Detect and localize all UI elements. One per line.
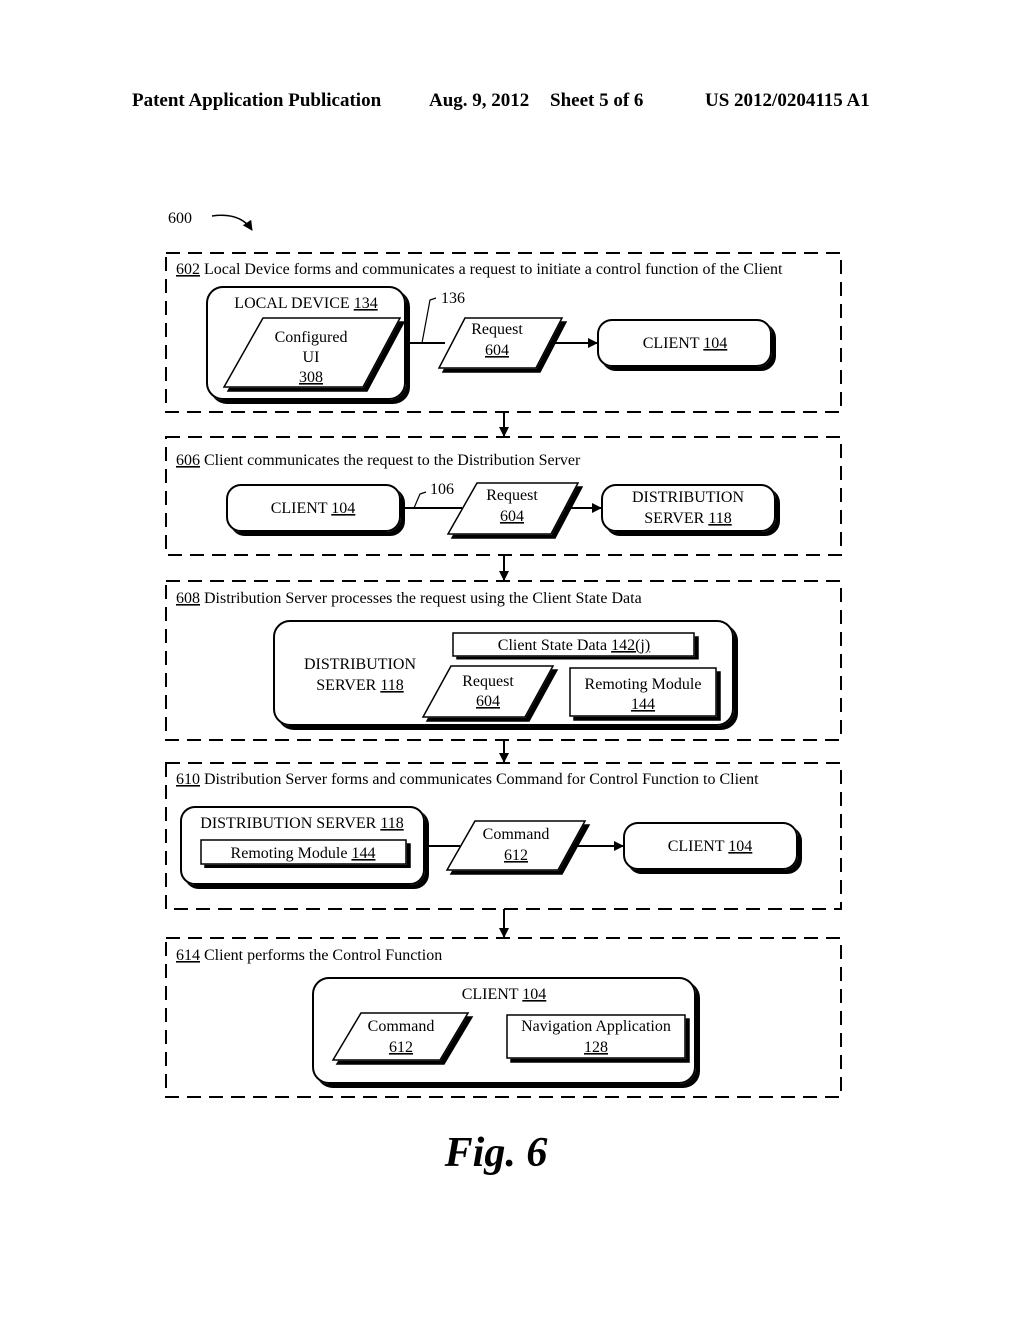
svg-text:608 Distribution Server proces: 608 Distribution Server processes the re… bbox=[176, 590, 642, 607]
svg-text:Configured: Configured bbox=[275, 329, 348, 346]
svg-text:136: 136 bbox=[441, 290, 465, 307]
figure-ref: 600 bbox=[168, 210, 192, 227]
svg-text:DISTRIBUTION: DISTRIBUTION bbox=[304, 656, 416, 673]
svg-text:604: 604 bbox=[485, 342, 509, 359]
svg-text:SERVER 118: SERVER 118 bbox=[316, 677, 403, 694]
step-610: 610 Distribution Server forms and commun… bbox=[165, 762, 842, 910]
flow-diagram: 600 602 Local Device forms and communica… bbox=[165, 210, 842, 1176]
svg-text:606 Client communicates the re: 606 Client communicates the request to t… bbox=[176, 452, 581, 469]
svg-text:Request: Request bbox=[471, 321, 523, 338]
svg-text:SERVER 118: SERVER 118 bbox=[644, 510, 731, 527]
step-ref: 602 bbox=[176, 261, 200, 278]
step-ref: 606 bbox=[176, 452, 200, 469]
svg-text:Command: Command bbox=[483, 826, 550, 843]
step-ref: 608 bbox=[176, 590, 200, 607]
svg-text:610 Distribution Server forms: 610 Distribution Server forms and commun… bbox=[176, 771, 759, 788]
step-606: 606 Client communicates the request to t… bbox=[165, 436, 842, 556]
svg-text:612: 612 bbox=[504, 847, 528, 864]
svg-text:Request: Request bbox=[462, 673, 514, 690]
step-608: 608 Distribution Server processes the re… bbox=[165, 580, 842, 741]
step-614: 614 Client performs the Control Function… bbox=[165, 937, 842, 1098]
svg-text:612: 612 bbox=[389, 1039, 413, 1056]
svg-text:CLIENT 104: CLIENT 104 bbox=[271, 500, 356, 517]
svg-text:CLIENT 104: CLIENT 104 bbox=[668, 838, 753, 855]
step-title: Distribution Server processes the reques… bbox=[200, 590, 642, 607]
svg-text:Navigation Application: Navigation Application bbox=[521, 1018, 671, 1035]
svg-text:Command: Command bbox=[368, 1018, 435, 1035]
svg-text:LOCAL DEVICE 134: LOCAL DEVICE 134 bbox=[234, 295, 377, 312]
svg-text:DISTRIBUTION: DISTRIBUTION bbox=[632, 489, 744, 506]
svg-text:614 Client performs the Contro: 614 Client performs the Control Function bbox=[176, 947, 442, 964]
step-title: Distribution Server forms and communicat… bbox=[200, 771, 759, 788]
leader-line bbox=[413, 491, 427, 509]
svg-text:602 Local Device forms and com: 602 Local Device forms and communicates … bbox=[176, 261, 783, 278]
svg-text:604: 604 bbox=[500, 508, 524, 525]
svg-text:Remoting Module: Remoting Module bbox=[585, 676, 702, 693]
figure-caption: Fig. 6 bbox=[444, 1130, 548, 1176]
leader-line bbox=[421, 297, 437, 344]
step-602: 602 Local Device forms and communicates … bbox=[165, 252, 842, 413]
svg-text:128: 128 bbox=[584, 1039, 608, 1056]
step-ref: 610 bbox=[176, 771, 200, 788]
svg-text:Remoting Module 144: Remoting Module 144 bbox=[231, 845, 376, 862]
svg-text:DISTRIBUTION SERVER 118: DISTRIBUTION SERVER 118 bbox=[200, 815, 403, 832]
step-title: Client communicates the request to the D… bbox=[200, 452, 581, 469]
svg-text:CLIENT 104: CLIENT 104 bbox=[643, 335, 728, 352]
step-ref: 614 bbox=[176, 947, 200, 964]
svg-text:Request: Request bbox=[486, 487, 538, 504]
svg-text:604: 604 bbox=[476, 693, 500, 710]
step-title: Client performs the Control Function bbox=[200, 947, 442, 964]
svg-text:CLIENT 104: CLIENT 104 bbox=[462, 986, 547, 1003]
svg-text:106: 106 bbox=[430, 481, 454, 498]
figure-ref-arrow bbox=[211, 214, 253, 231]
svg-text:Client State Data 142(j): Client State Data 142(j) bbox=[498, 637, 650, 654]
step-title: Local Device forms and communicates a re… bbox=[200, 261, 783, 278]
svg-text:308: 308 bbox=[299, 369, 323, 386]
svg-text:144: 144 bbox=[631, 696, 655, 713]
svg-text:UI: UI bbox=[303, 349, 320, 366]
